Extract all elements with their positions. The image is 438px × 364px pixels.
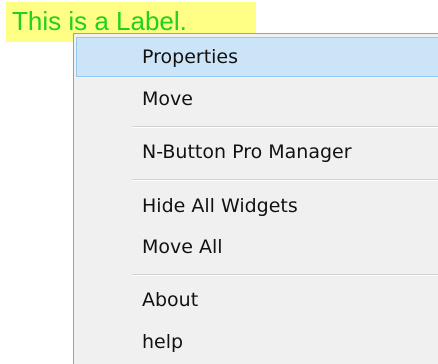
context-menu: Properties Move N-Button Pro Manager Hid… bbox=[73, 33, 438, 364]
menu-item-properties[interactable]: Properties bbox=[76, 37, 438, 77]
menu-separator bbox=[132, 274, 438, 276]
desktop-stage: This is a Label. Properties Move N-Butto… bbox=[0, 0, 438, 364]
menu-item-n-button-pro-manager[interactable]: N-Button Pro Manager bbox=[76, 132, 438, 172]
menu-separator bbox=[132, 126, 438, 128]
menu-item-help[interactable]: help bbox=[76, 322, 438, 362]
label-widget-text: This is a Label. bbox=[12, 6, 187, 36]
menu-item-about[interactable]: About bbox=[76, 280, 438, 320]
menu-item-hide-all-widgets[interactable]: Hide All Widgets bbox=[76, 186, 438, 226]
menu-item-move-all[interactable]: Move All bbox=[76, 227, 438, 267]
menu-item-move[interactable]: Move bbox=[76, 79, 438, 119]
menu-separator bbox=[132, 179, 438, 181]
